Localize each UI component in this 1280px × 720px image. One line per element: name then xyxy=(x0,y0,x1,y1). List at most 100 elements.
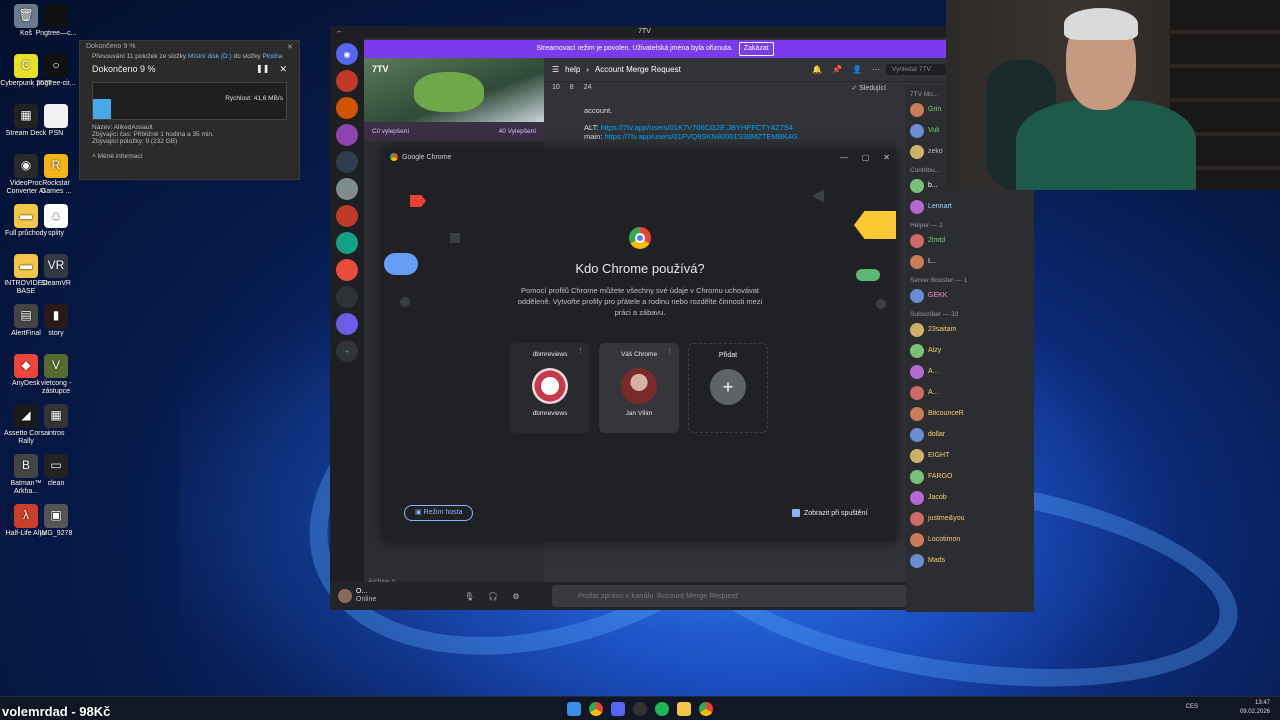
members-icon[interactable]: 👤 xyxy=(852,65,862,74)
copy-dialog-title: Dokončeno 9 % ✕ ❚❚ xyxy=(92,64,287,75)
language-indicator[interactable]: CES xyxy=(1186,704,1198,710)
member-item[interactable]: Alzy xyxy=(906,340,1034,361)
video-icon: ▦ xyxy=(44,404,68,428)
headphones-icon[interactable]: 🎧 xyxy=(488,592,498,601)
desktop-icon[interactable]: ▮ story xyxy=(30,304,82,338)
boost-goal[interactable]: Cíl vylepšení 40 Vylepšení xyxy=(364,122,544,141)
close-icon[interactable]: ✕ xyxy=(287,43,293,51)
chrome-taskbar-icon[interactable] xyxy=(589,702,603,716)
member-item[interactable]: justme&you xyxy=(906,508,1034,529)
more-icon[interactable]: ⋮ xyxy=(666,347,673,355)
source-link[interactable]: Místní disk (D:) xyxy=(188,53,232,60)
avatar[interactable] xyxy=(338,589,352,603)
member-item[interactable]: FARGO xyxy=(906,466,1034,487)
chrome-icon xyxy=(390,153,398,161)
video-icon: ▮ xyxy=(44,304,68,328)
server-icon[interactable] xyxy=(336,232,358,254)
bell-icon[interactable]: 🔔 xyxy=(812,65,822,74)
desktop-icon[interactable]: R Rockstar Games ... xyxy=(30,154,82,196)
server-sidebar: ◉ + xyxy=(330,38,364,610)
desktop-icon[interactable]: ○ pngtree-cir... xyxy=(30,54,82,88)
server-icon[interactable] xyxy=(336,205,358,227)
obs-taskbar-icon[interactable] xyxy=(633,702,647,716)
member-item[interactable]: Jacob xyxy=(906,487,1034,508)
member-item[interactable]: A... xyxy=(906,382,1034,403)
maximize-icon[interactable]: ▢ xyxy=(862,153,870,162)
member-item[interactable]: Mads xyxy=(906,550,1034,571)
server-icon[interactable] xyxy=(336,70,358,92)
chrome-taskbar-icon[interactable] xyxy=(699,702,713,716)
member-name: BitcounceR xyxy=(928,410,964,417)
member-group-header: Subscriber — 33 xyxy=(910,311,959,318)
more-icon[interactable]: ⋯ xyxy=(872,65,880,74)
profile-card[interactable]: ⋮ dbmreviews dbmreviews xyxy=(510,343,590,433)
message-input[interactable]: Poslat zprávu v kanálu 'Account Merge Re… xyxy=(552,585,942,607)
server-name[interactable]: 7TV xyxy=(372,64,389,74)
server-icon[interactable] xyxy=(336,313,358,335)
less-info-button[interactable]: ˄ Méně informací xyxy=(80,153,299,160)
pause-icon[interactable]: ✕ xyxy=(279,64,287,75)
dest-link[interactable]: Plocha xyxy=(262,53,282,60)
avatar xyxy=(910,288,924,303)
show-on-startup-checkbox[interactable]: Zobrazit při spuštění xyxy=(792,509,867,517)
close-icon[interactable]: ✕ xyxy=(883,153,890,162)
search-input[interactable]: Vyhledat 7TV xyxy=(886,64,946,75)
pin-icon[interactable]: 📌 xyxy=(832,65,842,74)
disable-button[interactable]: Zakázat xyxy=(738,42,774,56)
file-copy-dialog[interactable]: Dokončeno 9 % ✕ Přesouvání 11 položek ze… xyxy=(79,40,300,180)
member-name: I... xyxy=(928,258,936,265)
member-item[interactable]: 23saitam xyxy=(906,319,1034,340)
avatar xyxy=(910,254,924,269)
desktop-icon[interactable]: ▦ intros xyxy=(30,404,82,438)
member-item[interactable]: Lennart xyxy=(906,196,1034,217)
start-icon[interactable] xyxy=(567,702,581,716)
desktop-icon[interactable]: PSN xyxy=(30,104,82,138)
discord-taskbar-icon[interactable] xyxy=(611,702,625,716)
channel-name[interactable]: help xyxy=(565,65,580,74)
desktop-icon[interactable]: VR SteamVR xyxy=(30,254,82,288)
server-icon[interactable] xyxy=(336,286,358,308)
profile-card[interactable]: ⋮ Váš Chrome Jan Vílim xyxy=(599,343,679,433)
main-link[interactable]: https://7tv.app/users/01FVQ9SKN80001S38M… xyxy=(604,132,797,141)
desktop-icon[interactable]: ▭ clean xyxy=(30,454,82,488)
member-item[interactable]: I... xyxy=(906,251,1034,272)
copy-dialog-window-title: Dokončeno 9 % xyxy=(86,43,136,50)
desktop-icon[interactable]: Vvietcong - zástupce xyxy=(30,354,82,396)
add-profile-button[interactable]: Přidat + xyxy=(688,343,768,433)
member-item[interactable]: GEKK xyxy=(906,285,1034,306)
server-icon[interactable] xyxy=(336,259,358,281)
app-icon: ▲ xyxy=(44,204,68,228)
member-item[interactable]: A... xyxy=(906,361,1034,382)
gear-icon[interactable]: ⚙ xyxy=(512,592,519,601)
desktop-icon[interactable]: ▲ splity xyxy=(30,204,82,238)
server-icon[interactable] xyxy=(336,124,358,146)
avatar xyxy=(910,385,924,400)
member-item[interactable]: Locotimon xyxy=(906,529,1034,550)
chrome-profile-picker[interactable]: Google Chrome — ▢ ✕ Kdo Chrome používá? … xyxy=(384,149,896,541)
clock[interactable]: 13:47 09.02.2026 xyxy=(1240,699,1270,717)
member-item[interactable]: BitcounceR xyxy=(906,403,1034,424)
member-item[interactable]: EIGHT xyxy=(906,445,1034,466)
guest-mode-button[interactable]: ▣ Režim hosta xyxy=(404,505,474,521)
more-icon[interactable]: ⋮ xyxy=(577,347,584,355)
desktop-icon[interactable]: ▣ IMG_9278 xyxy=(30,504,82,538)
member-item[interactable]: dollar xyxy=(906,424,1034,445)
server-icon[interactable] xyxy=(336,178,358,200)
desktop-icon[interactable]: Pngtree—c... xyxy=(30,4,82,38)
server-icon[interactable] xyxy=(336,151,358,173)
member-name: Alzy xyxy=(928,347,942,354)
microphone-icon[interactable]: 🎙 xyxy=(464,592,474,601)
spotify-taskbar-icon[interactable] xyxy=(655,702,669,716)
add-label: Přidat xyxy=(718,352,738,359)
member-item[interactable]: 2lmtd xyxy=(906,230,1034,251)
back-icon[interactable]: ← xyxy=(336,26,343,38)
alt-link[interactable]: https://7tv.app/users/01K7V706CG2E.JBYHP… xyxy=(601,123,793,132)
explorer-taskbar-icon[interactable] xyxy=(677,702,691,716)
add-server-icon[interactable]: + xyxy=(336,340,358,362)
minimize-icon[interactable]: — xyxy=(840,153,848,162)
server-icon[interactable] xyxy=(336,97,358,119)
member-name: A... xyxy=(928,368,939,375)
follow-button[interactable]: ✓ Sledující xyxy=(851,84,886,98)
pause-button[interactable]: ❚❚ xyxy=(256,64,269,73)
discord-home-icon[interactable]: ◉ xyxy=(336,43,358,65)
